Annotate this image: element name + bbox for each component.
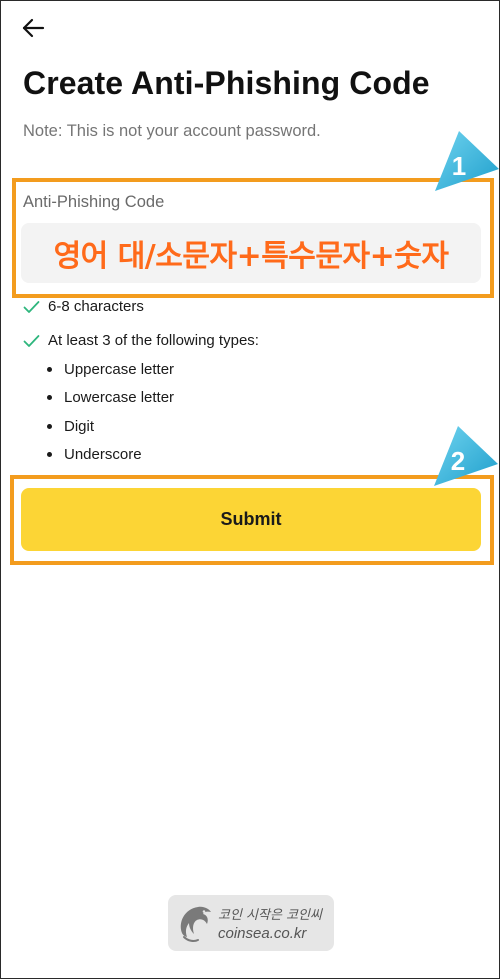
step-marker-1: 1 xyxy=(435,131,499,191)
marker-triangle xyxy=(434,426,498,486)
type-item-text: Uppercase letter xyxy=(64,361,175,378)
check-icon xyxy=(23,300,40,313)
highlight-box-submit xyxy=(10,475,494,565)
page-title: Create Anti-Phishing Code xyxy=(23,65,430,101)
requirement-length: 6-8 characters xyxy=(23,298,144,315)
requirement-types-text: At least 3 of the following types: xyxy=(48,332,259,349)
step-marker-2: 2 xyxy=(434,426,498,486)
watermark-domain: coinsea.co.kr xyxy=(218,925,307,942)
bullet-dot xyxy=(47,395,52,400)
type-item: Uppercase letter xyxy=(47,361,174,378)
requirement-types: At least 3 of the following types: xyxy=(23,332,259,349)
type-item-text: Lowercase letter xyxy=(64,389,175,406)
watermark-text: 코인 시작은 코인씨 coinsea.co.kr xyxy=(218,904,322,942)
type-item-text: Underscore xyxy=(64,446,142,463)
back-button[interactable] xyxy=(21,15,47,41)
dolphin-logo-icon xyxy=(180,906,211,942)
arrow-left-icon xyxy=(22,18,45,38)
bullet-dot xyxy=(47,367,52,372)
marker-triangle xyxy=(435,131,499,191)
screen: Create Anti-Phishing Code Note: This is … xyxy=(0,0,500,979)
password-note: Note: This is not your account password. xyxy=(23,122,321,140)
check-icon xyxy=(23,334,40,347)
step-1-label: 1 xyxy=(452,151,466,181)
type-item: Underscore xyxy=(47,446,142,463)
type-item: Digit xyxy=(47,418,94,435)
type-item-text: Digit xyxy=(64,418,95,435)
requirement-length-text: 6-8 characters xyxy=(48,298,144,315)
watermark: 코인 시작은 코인씨 coinsea.co.kr xyxy=(168,895,334,951)
bullet-dot xyxy=(47,452,52,457)
type-item: Lowercase letter xyxy=(47,389,174,406)
highlight-box-input xyxy=(12,178,494,298)
bullet-dot xyxy=(47,424,52,429)
step-2-label: 2 xyxy=(451,446,465,476)
watermark-slogan: 코인 시작은 코인씨 xyxy=(218,908,322,923)
